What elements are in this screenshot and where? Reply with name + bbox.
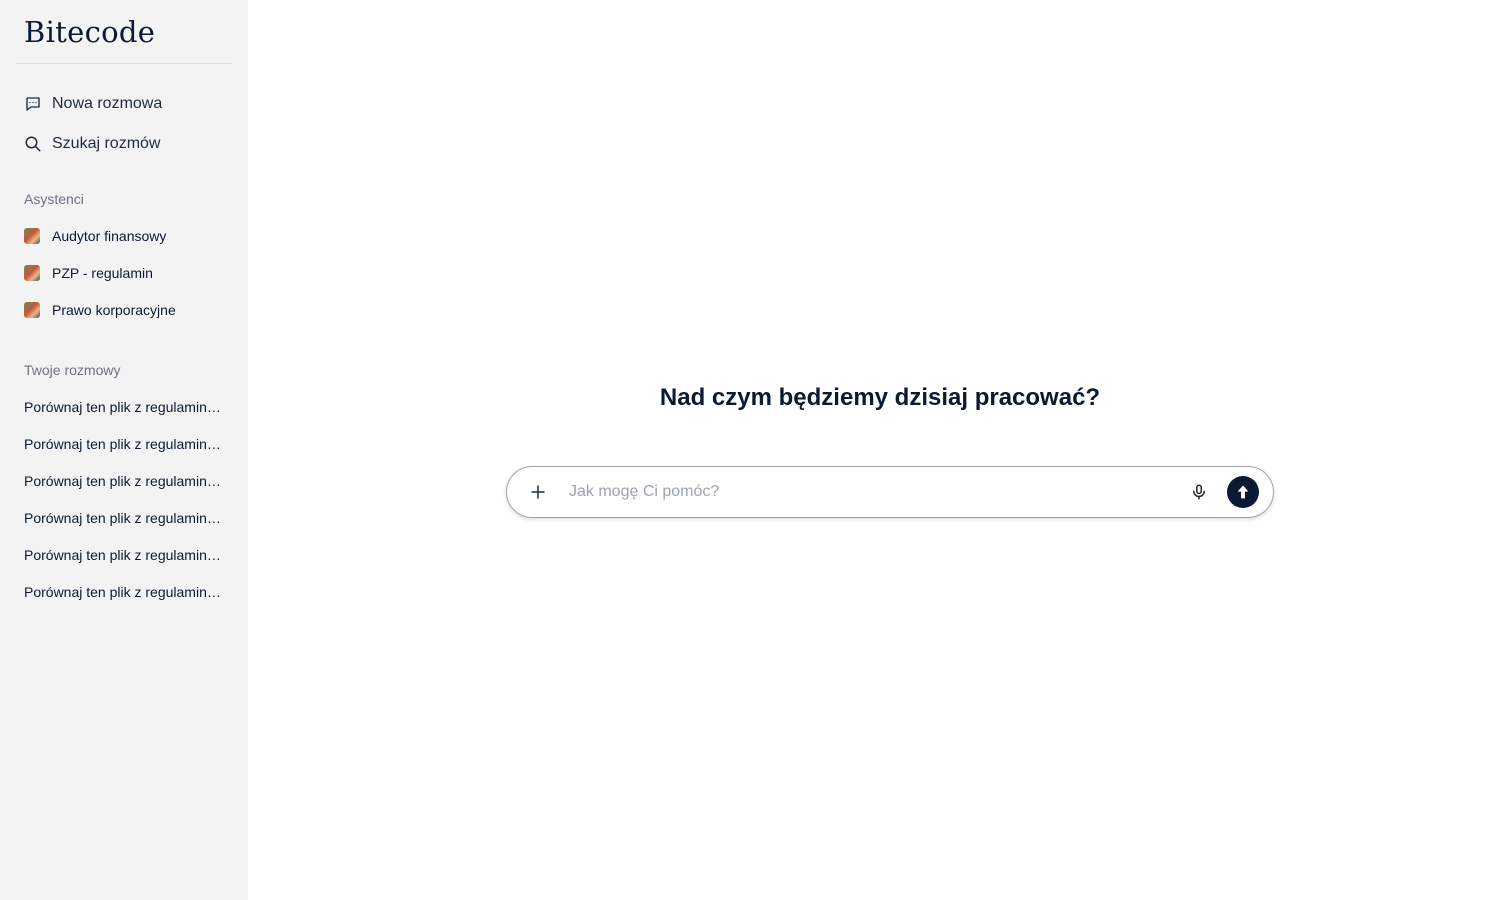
microphone-icon (1193, 484, 1205, 500)
assistant-item-prawo[interactable]: Prawo korporacyjne (16, 291, 232, 328)
conversation-label: Porównaj ten plik z regulaminem (24, 546, 222, 563)
conversation-item[interactable]: Porównaj ten plik z regulaminem (16, 425, 232, 462)
assistant-label: PZP - regulamin (52, 264, 153, 281)
send-button[interactable] (1227, 476, 1259, 508)
assistants-list: Audytor finansowy PZP - regulamin Prawo … (16, 217, 232, 328)
assistant-label: Prawo korporacyjne (52, 301, 176, 318)
conversations-section-label: Twoje rozmowy (24, 362, 121, 378)
assistant-label: Audytor finansowy (52, 227, 167, 244)
conversation-item[interactable]: Porównaj ten plik z regulaminem (16, 573, 232, 610)
arrow-up-icon (1238, 485, 1248, 499)
conversations-list: Porównaj ten plik z regulaminem Porównaj… (16, 388, 232, 610)
message-input[interactable] (569, 483, 1187, 501)
page-title: Nad czym będziemy dzisiaj pracować? (659, 384, 1101, 411)
search-chats-button[interactable]: Szukaj rozmów (16, 124, 232, 164)
search-icon (25, 136, 41, 152)
assistant-item-pzp[interactable]: PZP - regulamin (16, 254, 232, 291)
plus-icon (531, 485, 545, 499)
assistant-avatar (24, 227, 40, 244)
assistants-section-label: Asystenci (24, 191, 84, 207)
conversation-item[interactable]: Porównaj ten plik z regulaminem (16, 536, 232, 573)
conversation-label: Porównaj ten plik z regulaminem (24, 583, 222, 600)
conversation-label: Porównaj ten plik z regulaminem (24, 398, 222, 415)
sidebar: Bitecode Nowa rozmowa Szukaj rozmów Asys… (0, 0, 248, 900)
search-chats-label: Szukaj rozmów (52, 135, 161, 152)
conversation-item[interactable]: Porównaj ten plik z regulaminem (16, 388, 232, 425)
conversation-item[interactable]: Porównaj ten plik z regulaminem (16, 462, 232, 499)
assistant-avatar (24, 264, 40, 281)
new-chat-button[interactable]: Nowa rozmowa (16, 84, 232, 124)
add-attachment-button[interactable] (527, 481, 549, 503)
sidebar-nav: Nowa rozmowa Szukaj rozmów (16, 64, 232, 164)
conversation-label: Porównaj ten plik z regulaminem (24, 435, 222, 452)
message-composer (506, 466, 1274, 518)
assistant-avatar (24, 301, 40, 318)
conversation-item[interactable]: Porównaj ten plik z regulaminem (16, 499, 232, 536)
conversation-label: Porównaj ten plik z regulaminem (24, 472, 222, 489)
app-logo[interactable]: Bitecode (16, 0, 232, 64)
voice-input-button[interactable] (1187, 480, 1211, 504)
assistant-item-audytor[interactable]: Audytor finansowy (16, 217, 232, 254)
chat-bubble-icon (26, 97, 40, 111)
conversation-label: Porównaj ten plik z regulaminem (24, 509, 222, 526)
new-chat-label: Nowa rozmowa (52, 95, 163, 112)
main-area: Nad czym będziemy dzisiaj pracować? (248, 0, 1512, 900)
